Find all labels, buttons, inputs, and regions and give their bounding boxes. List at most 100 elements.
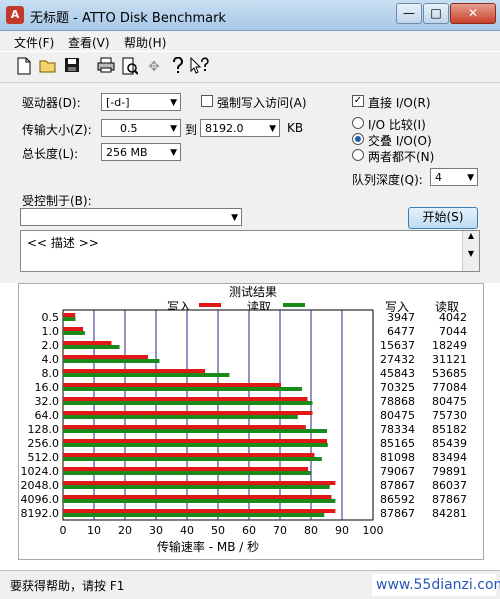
total-length-select[interactable]: 256 MB ▼ [101,143,181,161]
write-value: 78334 [380,423,415,436]
chart-title: 测试结果 [229,284,277,299]
write-bar [63,341,112,345]
write-bar [63,411,313,415]
read-value: 84281 [432,507,467,520]
chevron-down-icon: ▼ [170,98,177,108]
x-tick-label: 20 [118,524,132,537]
plot-area: 0 10 20 30 40 50 60 70 80 90 100 0.5 3947 4042 1.0 6477… [21,309,467,537]
legend-write-swatch [199,303,221,307]
start-button[interactable]: 开始(S) [408,207,478,229]
read-value: 85182 [432,423,467,436]
x-tick-label: 50 [211,524,225,537]
y-tick-label: 2048.0 [21,479,60,492]
controlled-by-label: 受控制于(B): [22,194,92,208]
read-bar [63,457,322,461]
direct-io-checkbox[interactable]: ✓ [352,95,364,107]
drive-value: [-d-] [106,96,130,109]
queue-depth-label: 队列深度(Q): [352,173,423,187]
write-value: 15637 [380,339,415,352]
write-value: 45843 [380,367,415,380]
drive-label: 驱动器(D): [22,96,81,110]
description-scrollbar[interactable]: ▲ ▼ [462,231,479,271]
minimize-button[interactable]: — [396,3,422,24]
read-value: 79891 [432,465,467,478]
write-bar [63,439,328,443]
y-tick-label: 2.0 [42,339,60,352]
read-bar [63,401,313,405]
transfer-to-select[interactable]: 8192.0 ▼ [200,119,280,137]
close-button[interactable]: ✕ [450,3,496,24]
io-compare-label: I/O 比较(I) [368,118,426,132]
read-bar [63,415,298,419]
write-bar [63,509,336,513]
write-bar [63,327,84,331]
title-bar[interactable]: A 无标题 - ATTO Disk Benchmark — □ ✕ [0,0,500,31]
force-write-label: 强制写入访问(A) [217,96,307,110]
read-bar [63,359,160,363]
atto-icon: A [6,6,24,24]
open-file-icon[interactable] [38,57,58,77]
write-bar [63,355,149,359]
print-preview-icon[interactable] [120,57,140,77]
force-write-checkbox[interactable] [201,95,213,107]
y-tick-label: 4096.0 [21,493,60,506]
maximize-button[interactable]: □ [423,3,449,24]
save-icon[interactable] [62,57,82,77]
x-tick-label: 40 [180,524,194,537]
transfer-from-select[interactable]: 0.5 ▼ [101,119,181,137]
queue-depth-select[interactable]: 4 ▼ [430,168,478,186]
queue-depth-value: 4 [435,171,442,184]
overlapped-io-label: 交叠 I/O(O) [368,134,432,148]
total-length-value: 256 MB [106,146,148,159]
write-value: 6477 [387,325,415,338]
menu-file[interactable]: 文件(F) [14,34,54,51]
benchmark-chart: 测试结果 写入 读取 写入 读取 0 10 20 30 40 50 60 70 80 90 1000… [21,284,468,554]
write-value: 27432 [380,353,415,366]
read-value: 4042 [439,311,467,324]
new-file-icon[interactable] [14,57,34,77]
transfer-size-label: 传输大小(Z): [22,123,92,137]
x-tick-label: 10 [87,524,101,537]
overlapped-io-radio[interactable] [352,133,364,145]
read-value: 7044 [439,325,467,338]
y-tick-label: 1.0 [42,325,60,338]
write-bar [63,481,336,485]
status-text: 要获得帮助，请按 F1 [10,579,125,593]
menu-help[interactable]: 帮助(H) [124,34,166,51]
transfer-from-value: 0.5 [120,122,138,135]
read-bar [63,387,302,391]
y-tick-label: 32.0 [35,395,60,408]
x-tick-label: 0 [60,524,67,537]
y-tick-label: 256.0 [28,437,60,450]
write-value: 80475 [380,409,415,422]
help-icon[interactable] [168,56,188,77]
print-icon[interactable] [96,57,116,77]
read-bar [63,443,328,447]
y-tick-label: 512.0 [28,451,60,464]
menu-bar: 文件(F) 查看(V) 帮助(H) [0,31,500,51]
direct-io-label: 直接 I/O(R) [368,96,431,110]
read-bar [63,331,85,335]
description-textarea[interactable]: << 描述 >> ▲ ▼ [20,230,480,272]
neither-radio[interactable] [352,149,364,161]
watermark: www.55dianzi.com [372,574,500,596]
x-tick-label: 30 [149,524,163,537]
x-tick-label: 90 [335,524,349,537]
write-value: 87867 [380,479,415,492]
read-value: 77084 [432,381,467,394]
write-bar [63,369,206,373]
read-bar [63,471,311,475]
write-bar [63,397,308,401]
io-compare-radio[interactable] [352,117,364,129]
results-panel: 测试结果 写入 读取 写入 读取 0 10 20 30 40 50 60 70 80 90 100 0… [18,283,484,560]
drive-select[interactable]: [-d-] ▼ [101,93,181,111]
write-value: 85165 [380,437,415,450]
move-icon[interactable]: ✥ [144,57,164,77]
menu-view[interactable]: 查看(V) [68,34,110,51]
controlled-by-select[interactable]: ▼ [20,208,242,226]
context-help-icon[interactable] [190,56,210,77]
window-title: 无标题 - ATTO Disk Benchmark [30,11,226,26]
y-tick-label: 1024.0 [21,465,60,478]
write-value: 87867 [380,507,415,520]
chevron-down-icon: ▼ [170,124,177,134]
